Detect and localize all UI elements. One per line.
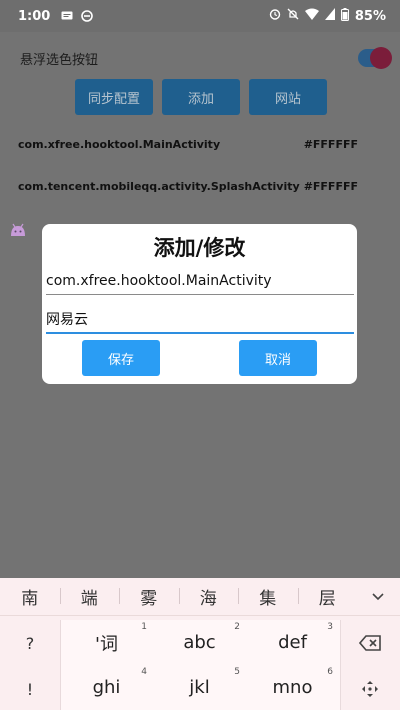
divider [60, 620, 61, 710]
float-toggle-label: 悬浮选色按钮 [20, 52, 99, 68]
activity-input[interactable] [46, 269, 354, 295]
backspace-icon[interactable] [340, 620, 400, 666]
key-label: '词 [95, 633, 118, 655]
save-button[interactable]: 保存 [82, 340, 160, 376]
key-number: 2 [234, 622, 240, 632]
action-buttons: 同步配置 添加 网站 [75, 79, 327, 115]
key-label: abc [183, 632, 216, 653]
key-6[interactable]: mno 6 [246, 665, 339, 710]
list-item[interactable]: com.xfree.hooktool.MainActivity #FFFFFF [18, 134, 358, 154]
candidate-item[interactable]: 海 [178, 584, 239, 609]
key-label: ghi [92, 677, 121, 698]
candidate-item[interactable]: 雾 [119, 584, 179, 609]
chevron-down-icon[interactable] [370, 589, 386, 605]
key-label: mno [272, 677, 313, 698]
alarm-icon [269, 8, 281, 24]
sync-icon [80, 9, 94, 23]
candidate-item[interactable]: 集 [238, 584, 298, 609]
key-2[interactable]: abc 2 [153, 620, 246, 665]
question-key[interactable]: ? [0, 620, 60, 666]
cursor-move-icon[interactable] [340, 666, 400, 710]
status-bar: 1:00 85% [0, 0, 400, 32]
candidate-item[interactable]: 端 [59, 584, 120, 609]
keyboard: 南 端 雾 海 集 层 ? ! '词 1 abc 2 def 3 ghi 4 j… [0, 578, 400, 710]
status-time: 1:00 [18, 8, 51, 24]
battery-percent: 85% [354, 8, 386, 24]
key-number: 4 [141, 667, 147, 677]
key-4[interactable]: ghi 4 [60, 665, 153, 710]
key-label: def [278, 632, 307, 653]
message-icon [60, 9, 74, 23]
key-number: 6 [327, 667, 333, 677]
list-item[interactable]: com.tencent.mobileqq.activity.SplashActi… [18, 176, 358, 196]
key-1[interactable]: '词 1 [60, 620, 153, 665]
candidate-item[interactable]: 南 [0, 584, 60, 609]
key-5[interactable]: jkl 5 [153, 665, 246, 710]
candidate-item[interactable]: 层 [297, 584, 358, 609]
key-3[interactable]: def 3 [246, 620, 339, 665]
key-number: 1 [141, 622, 147, 632]
key-label: jkl [189, 677, 210, 698]
android-icon [11, 223, 25, 236]
main-keys: '词 1 abc 2 def 3 ghi 4 jkl 5 mno 6 [60, 620, 340, 710]
color-value: #FFFFFF [303, 179, 358, 193]
exclamation-key[interactable]: ! [0, 666, 60, 710]
add-edit-dialog: 添加/修改 保存 取消 [42, 224, 357, 384]
mute-icon [287, 8, 299, 24]
float-toggle-switch[interactable] [358, 47, 392, 69]
key-area: ? ! '词 1 abc 2 def 3 ghi 4 jkl 5 mno 6 [0, 616, 400, 710]
cancel-button[interactable]: 取消 [239, 340, 317, 376]
activity-name: com.tencent.mobileqq.activity.SplashActi… [18, 179, 300, 193]
key-number: 3 [327, 622, 333, 632]
add-button[interactable]: 添加 [162, 79, 240, 115]
battery-icon [340, 7, 349, 25]
activity-name: com.xfree.hooktool.MainActivity [18, 137, 221, 151]
float-toggle-row: 悬浮选色按钮 [20, 46, 392, 70]
signal-icon [324, 8, 335, 24]
toggle-knob [370, 47, 392, 69]
name-input[interactable] [46, 308, 354, 334]
dialog-title: 添加/修改 [153, 236, 246, 260]
candidate-bar: 南 端 雾 海 集 层 [0, 578, 400, 616]
color-value: #FFFFFF [303, 137, 358, 151]
sync-config-button[interactable]: 同步配置 [75, 79, 153, 115]
website-button[interactable]: 网站 [249, 79, 327, 115]
key-number: 5 [234, 667, 240, 677]
wifi-icon [304, 8, 319, 24]
